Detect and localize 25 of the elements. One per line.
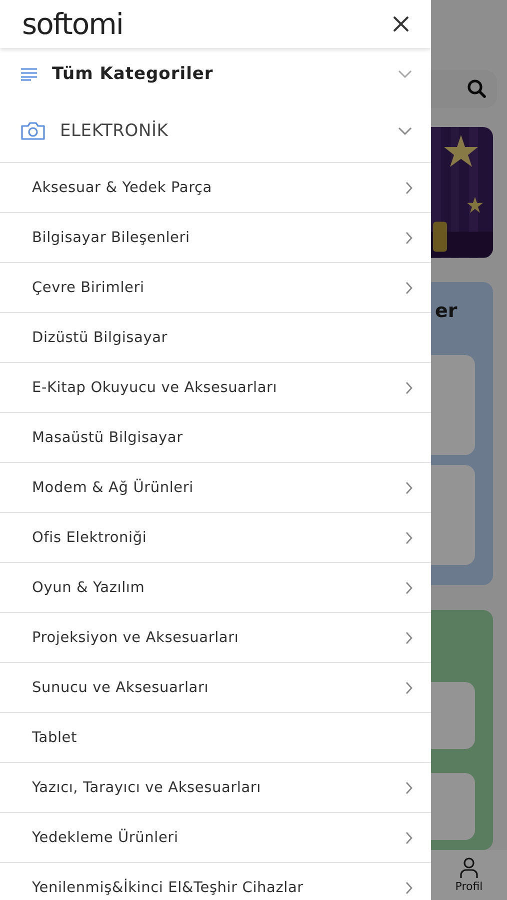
- category-item[interactable]: Aksesuar & Yedek Parça: [0, 163, 431, 213]
- category-item[interactable]: Bilgisayar Bileşenleri: [0, 213, 431, 263]
- chevron-icon[interactable]: [397, 69, 413, 79]
- nav-item[interactable]: Profil: [431, 850, 507, 900]
- category-item[interactable]: Ofis Elektroniği: [0, 513, 431, 563]
- category-item[interactable]: E-Kitap Okuyucu ve Aksesuarları: [0, 363, 431, 413]
- list-icon: [20, 67, 38, 81]
- product-card[interactable]: [431, 773, 475, 840]
- chevron-icon[interactable]: [397, 126, 413, 136]
- category-header[interactable]: Tüm Kategoriler: [52, 64, 397, 84]
- category-item[interactable]: Oyun & Yazılım: [0, 563, 431, 613]
- category-item[interactable]: Modem & Ağ Ürünleri: [0, 463, 431, 513]
- category-header[interactable]: ELEKTRONİK: [60, 121, 397, 141]
- category-item[interactable]: Sunucu ve Aksesuarları: [0, 663, 431, 713]
- section-title: er: [434, 300, 458, 324]
- category-item[interactable]: Çevre Birimleri: [0, 263, 431, 313]
- category-item[interactable]: Yedekleme Ürünleri: [0, 813, 431, 863]
- search-field[interactable]: [431, 70, 497, 108]
- person-icon: [459, 857, 479, 880]
- camera-icon: [20, 121, 46, 141]
- logo[interactable]: softomi: [22, 10, 123, 38]
- category-item[interactable]: Projeksiyon ve Aksesuarları: [0, 613, 431, 663]
- category-item[interactable]: Yazıcı, Tarayıcı ve Aksesuarları: [0, 763, 431, 813]
- product-card[interactable]: [431, 682, 475, 750]
- search-icon[interactable]: [467, 78, 487, 99]
